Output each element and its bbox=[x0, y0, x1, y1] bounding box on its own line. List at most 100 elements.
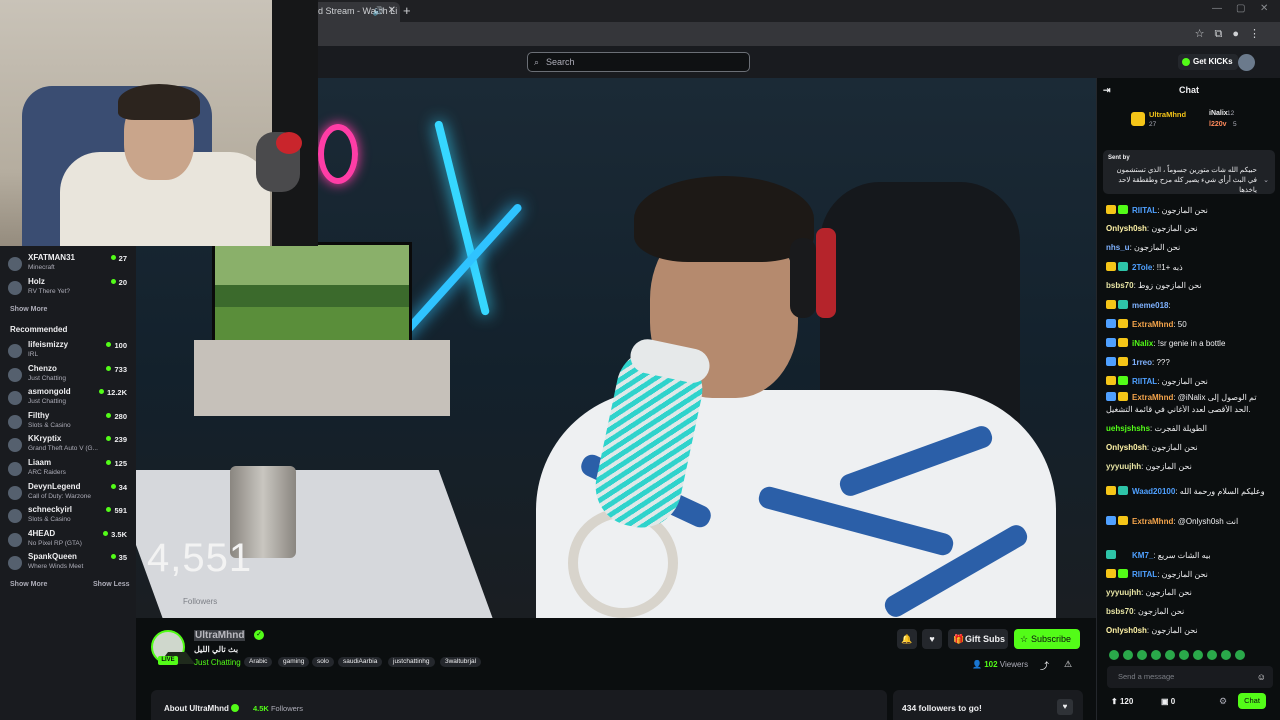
chat-username[interactable]: RIITAL bbox=[1132, 206, 1157, 215]
sidebar-channel[interactable]: Liaam ARC Raiders 125 bbox=[8, 458, 132, 482]
emote-icon[interactable] bbox=[1221, 650, 1231, 660]
emote-icon[interactable] bbox=[1179, 650, 1189, 660]
send-chat-button[interactable]: Chat bbox=[1238, 693, 1266, 709]
maximize-button[interactable]: ▢ bbox=[1236, 3, 1245, 14]
follow-heart-button[interactable]: ♥ bbox=[922, 629, 942, 649]
get-kicks-button[interactable]: Get KICKs bbox=[1178, 54, 1238, 70]
sidebar-channel[interactable]: lifeismizzy IRL 100 bbox=[8, 340, 132, 364]
emote-icon[interactable] bbox=[1193, 650, 1203, 660]
webcam-overlay bbox=[0, 0, 318, 246]
chat-username[interactable]: Onlysh0sh bbox=[1106, 443, 1147, 452]
show-less-recommended[interactable]: Show Less bbox=[93, 581, 130, 588]
chat-username[interactable]: ExtraMhnd bbox=[1132, 517, 1173, 526]
tab-close-icon[interactable]: ✕ bbox=[388, 2, 396, 20]
stream-category[interactable]: Just Chatting bbox=[194, 658, 241, 667]
sidebar-channel[interactable]: asmongold Just Chatting 12.2K bbox=[8, 387, 132, 411]
webcam-edge bbox=[272, 0, 318, 246]
chat-username[interactable]: 2Tole bbox=[1132, 263, 1152, 272]
emoji-icon[interactable]: ☺ bbox=[1257, 666, 1266, 688]
chat-username[interactable]: RIITAL bbox=[1132, 570, 1157, 579]
chat-username[interactable]: RIITAL bbox=[1132, 377, 1157, 386]
heart-icon[interactable]: ♥ bbox=[1057, 699, 1073, 715]
tag[interactable]: gaming bbox=[278, 657, 310, 667]
toolbar-icons[interactable]: ☆⧉●⋮ bbox=[1195, 27, 1270, 41]
tab-audio-icon[interactable]: 🔊 bbox=[373, 2, 384, 20]
chat-username[interactable]: Waad20100 bbox=[1132, 487, 1175, 496]
sidebar-channel-xfatman31[interactable]: XFATMAN31 Minecraft 27 bbox=[8, 253, 132, 277]
emote-icon[interactable] bbox=[1137, 650, 1147, 660]
sidebar-channel-holz[interactable]: Holz RV There Yet? 20 bbox=[8, 277, 132, 301]
sidebar-channel[interactable]: DevynLegend Call of Duty: Warzone 34 bbox=[8, 482, 132, 506]
sidebar-channel[interactable]: schneckyirl Slots & Casino 591 bbox=[8, 505, 132, 529]
chat-username[interactable]: Onlysh0sh bbox=[1106, 224, 1147, 233]
sidebar-channel[interactable]: Chenzo Just Chatting 733 bbox=[8, 364, 132, 388]
chat-message: yyyuujhh: نحن المازجون bbox=[1106, 588, 1278, 597]
tag[interactable]: solo bbox=[312, 657, 334, 667]
tag[interactable]: justchattinhg bbox=[388, 657, 435, 667]
chevron-down-icon[interactable]: ⌄ bbox=[1263, 176, 1269, 184]
emote-icon[interactable] bbox=[1235, 650, 1245, 660]
sidebar-channel[interactable]: 4HEAD No Pixel RP (GTA) 3.5K bbox=[8, 529, 132, 553]
leader-name[interactable]: UltraMhnd bbox=[1149, 110, 1186, 119]
chat-message-input[interactable]: Send a message ☺ bbox=[1107, 666, 1273, 688]
badge-icon bbox=[1118, 300, 1128, 309]
emote-icon[interactable] bbox=[1109, 650, 1119, 660]
kicks-balance[interactable]: ▣ 0 bbox=[1161, 697, 1175, 706]
leader-name[interactable]: iNalix bbox=[1209, 110, 1228, 117]
followers-label: Followers bbox=[270, 704, 304, 713]
emote-icon[interactable] bbox=[1165, 650, 1175, 660]
chat-message: Onlysh0sh: نحن المازجون bbox=[1106, 626, 1278, 635]
gift-subs-button[interactable]: 🎁 Gift Subs bbox=[948, 629, 1008, 649]
share-icon[interactable]: ⤴ bbox=[1040, 659, 1049, 672]
user-badges bbox=[1106, 486, 1132, 496]
chat-username[interactable]: yyyuujhh bbox=[1106, 588, 1141, 597]
badge-icon bbox=[1106, 376, 1116, 385]
tag[interactable]: saudiAarbia bbox=[338, 657, 383, 667]
avatar bbox=[8, 391, 22, 405]
chat-username[interactable]: nhs_u bbox=[1106, 243, 1130, 252]
chat-username[interactable]: KM7_ bbox=[1132, 551, 1153, 560]
verified-icon: ✓ bbox=[254, 630, 264, 640]
pinned-sent-by: Sent by bbox=[1108, 155, 1130, 161]
report-flag-icon[interactable]: ⚠ bbox=[1064, 659, 1072, 670]
chat-username[interactable]: 1rreo bbox=[1132, 358, 1152, 367]
minimize-button[interactable]: — bbox=[1212, 3, 1222, 14]
gear-icon[interactable]: ⚙ bbox=[1219, 696, 1227, 707]
chat-username[interactable]: ExtraMhnd bbox=[1132, 393, 1173, 402]
chat-username[interactable]: iNalix bbox=[1132, 339, 1153, 348]
chat-message: KM7_: بيه الشات سريع bbox=[1106, 550, 1278, 560]
emote-icon[interactable] bbox=[1207, 650, 1217, 660]
sidebar-channel[interactable]: KKryptix Grand Theft Auto V (G... 239 bbox=[8, 434, 132, 458]
channel-points[interactable]: ⬆ 120 bbox=[1111, 697, 1133, 706]
collapse-chat-icon[interactable]: ⇥ bbox=[1103, 78, 1111, 102]
chat-username[interactable]: uehsjshshs bbox=[1106, 424, 1150, 433]
emote-icon[interactable] bbox=[1123, 650, 1133, 660]
chat-username[interactable]: bsbs70 bbox=[1106, 281, 1134, 290]
show-more-following[interactable]: Show More bbox=[10, 306, 47, 313]
show-more-recommended[interactable]: Show More bbox=[10, 581, 47, 588]
chat-username[interactable]: yyyuujhh bbox=[1106, 462, 1141, 471]
emote-icon[interactable] bbox=[1151, 650, 1161, 660]
tag[interactable]: 3waltubrjal bbox=[440, 657, 482, 667]
chat-username[interactable]: meme018 bbox=[1132, 301, 1168, 310]
subscribe-button[interactable]: ☆ Subscribe bbox=[1014, 629, 1080, 649]
notification-bell-button[interactable]: 🔔 bbox=[897, 629, 917, 649]
pinned-message[interactable]: Sent by حبيكم الله شات متورين جسوماً ، ا… bbox=[1103, 150, 1275, 194]
chat-username[interactable]: Onlysh0sh bbox=[1106, 626, 1147, 635]
recommended-title: Recommended bbox=[10, 325, 68, 334]
sidebar-channel[interactable]: SpankQueen Where Winds Meet 35 bbox=[8, 552, 132, 576]
close-window-button[interactable]: ✕ bbox=[1260, 3, 1268, 14]
chat-username[interactable]: bsbs70 bbox=[1106, 607, 1134, 616]
follower-goal-panel: 434 followers to go! ♥ bbox=[893, 690, 1083, 720]
chat-username[interactable]: ExtraMhnd bbox=[1132, 320, 1173, 329]
search-input[interactable]: ⌕ Search bbox=[527, 52, 750, 72]
sidebar-channel[interactable]: Filthy Slots & Casino 280 bbox=[8, 411, 132, 435]
badge-icon bbox=[1118, 569, 1128, 578]
new-tab-button[interactable]: + bbox=[403, 3, 411, 18]
tag[interactable]: Arabic bbox=[244, 657, 273, 667]
channel-name: schneckyirl bbox=[28, 505, 73, 514]
leader-name[interactable]: l220v bbox=[1209, 121, 1227, 128]
channel-name[interactable]: UltraMhnd bbox=[194, 630, 246, 641]
user-avatar[interactable] bbox=[1238, 54, 1255, 71]
channel-name: DevynLegend bbox=[28, 482, 81, 491]
